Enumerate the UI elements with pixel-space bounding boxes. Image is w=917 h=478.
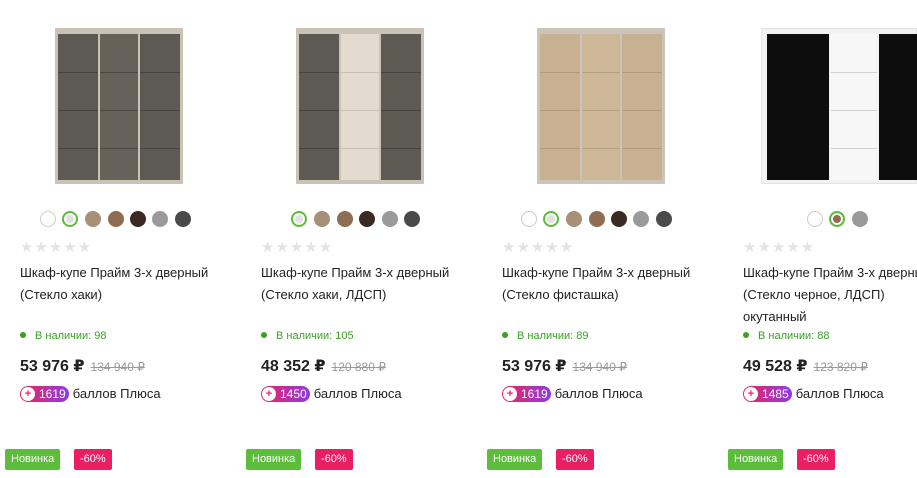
stock-dot-icon [502,332,508,338]
color-swatch-grey[interactable] [382,211,398,227]
plus-points: +1619 баллов Плюса [20,386,161,402]
product-image[interactable] [55,20,183,192]
stock-dot-icon [20,332,26,338]
color-swatch-oak[interactable] [337,211,353,227]
product-title[interactable]: Шкаф-купе Прайм 3-х дверный (Стекло хаки… [20,262,220,306]
product-image[interactable] [761,20,917,192]
stock-text: В наличии: 89 [517,330,589,342]
stock-status: В наличии: 98 [20,330,107,342]
plus-points-value: 1485 [762,387,789,401]
plus-points-label: баллов Плюса [72,386,161,401]
price-block: 53 976 ₽ 134 940 ₽ [20,356,145,376]
product-title[interactable]: Шкаф-купе Прайм 3-х дверный (Стекло фист… [502,262,702,306]
price-block: 49 528 ₽ 123 820 ₽ [743,356,868,376]
rating-stars[interactable]: ★★★★★ [502,238,574,256]
discount-badge: -60% [315,449,353,470]
product-title[interactable]: Шкаф-купе Прайм 3-х дверный (Стекло черн… [743,262,917,328]
product-card[interactable]: ★★★★★ Шкаф-купе Прайм 3-х дверный (Стекл… [0,0,230,478]
color-swatch-selected[interactable] [62,211,78,227]
plus-points-icon: + [744,387,758,401]
color-swatch-selected[interactable] [543,211,559,227]
plus-points-label: баллов Плюса [313,386,402,401]
plus-points-value: 1619 [39,387,66,401]
stock-status: В наличии: 89 [502,330,589,342]
plus-points-badge: +1619 [502,386,551,402]
color-swatch-graphite[interactable] [175,211,191,227]
color-swatch-graphite[interactable] [656,211,672,227]
color-swatch-white[interactable] [40,211,56,227]
discount-badge: -60% [797,449,835,470]
color-swatch-wenge[interactable] [130,211,146,227]
discount-badge: -60% [556,449,594,470]
color-swatch-oak-light[interactable] [314,211,330,227]
color-swatch-grey[interactable] [152,211,168,227]
plus-points-badge: +1485 [743,386,792,402]
stock-status: В наличии: 105 [261,330,354,342]
current-price: 49 528 ₽ [743,358,808,375]
current-price: 53 976 ₽ [20,358,85,375]
price-block: 48 352 ₽ 120 880 ₽ [261,356,386,376]
plus-points: +1450 баллов Плюса [261,386,402,402]
old-price: 134 940 ₽ [90,360,145,374]
plus-points-icon: + [262,387,276,401]
color-swatch-white[interactable] [521,211,537,227]
old-price: 120 880 ₽ [331,360,386,374]
new-badge: Новинка [246,449,302,470]
new-badge: Новинка [5,449,61,470]
stock-dot-icon [261,332,267,338]
color-swatch-oak[interactable] [108,211,124,227]
stock-text: В наличии: 98 [35,330,107,342]
color-swatch-oak-light[interactable] [566,211,582,227]
rating-stars[interactable]: ★★★★★ [743,238,815,256]
plus-points-badge: +1450 [261,386,310,402]
stock-text: В наличии: 105 [276,330,354,342]
color-swatch-oak[interactable] [589,211,605,227]
product-card[interactable]: ★★★★★ Шкаф-купе Прайм 3-х дверный (Стекл… [723,0,917,478]
product-image[interactable] [537,20,665,192]
color-swatch-selected[interactable] [291,211,307,227]
color-swatch-oak-light[interactable] [85,211,101,227]
current-price: 48 352 ₽ [261,358,326,375]
stock-status: В наличии: 88 [743,330,830,342]
product-card[interactable]: ★★★★★ Шкаф-купе Прайм 3-х дверный (Стекл… [241,0,471,478]
color-swatch-grey[interactable] [633,211,649,227]
plus-points-value: 1450 [280,387,307,401]
old-price: 134 940 ₽ [572,360,627,374]
color-swatch-white[interactable] [807,211,823,227]
price-block: 53 976 ₽ 134 940 ₽ [502,356,627,376]
current-price: 53 976 ₽ [502,358,567,375]
color-swatch-wenge[interactable] [611,211,627,227]
old-price: 123 820 ₽ [813,360,868,374]
plus-points: +1619 баллов Плюса [502,386,643,402]
rating-stars[interactable]: ★★★★★ [20,238,92,256]
color-swatch-wenge[interactable] [359,211,375,227]
new-badge: Новинка [487,449,543,470]
stock-text: В наличии: 88 [758,330,830,342]
product-title[interactable]: Шкаф-купе Прайм 3-х дверный (Стекло хаки… [261,262,461,306]
product-card[interactable]: ★★★★★ Шкаф-купе Прайм 3-х дверный (Стекл… [482,0,712,478]
rating-stars[interactable]: ★★★★★ [261,238,333,256]
plus-points-value: 1619 [521,387,548,401]
color-swatch-graphite[interactable] [404,211,420,227]
plus-points-label: баллов Плюса [795,386,884,401]
plus-points-label: баллов Плюса [554,386,643,401]
plus-points-icon: + [21,387,35,401]
discount-badge: -60% [74,449,112,470]
stock-dot-icon [743,332,749,338]
plus-points: +1485 баллов Плюса [743,386,884,402]
color-swatch-selected[interactable] [829,211,845,227]
color-swatch-grey[interactable] [852,211,868,227]
plus-points-icon: + [503,387,517,401]
product-image[interactable] [296,20,424,192]
plus-points-badge: +1619 [20,386,69,402]
new-badge: Новинка [728,449,784,470]
